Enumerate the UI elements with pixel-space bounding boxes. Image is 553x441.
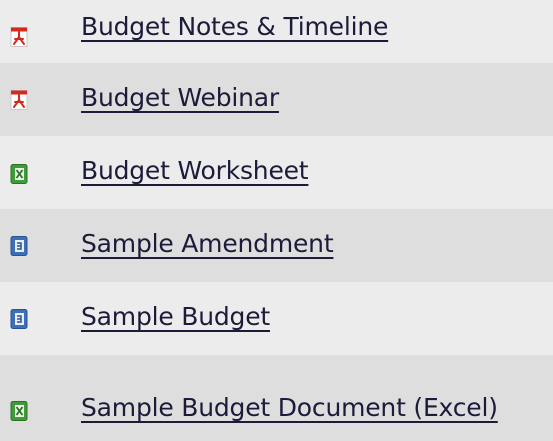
list-item: Budget Notes & Timeline: [0, 0, 553, 63]
document-link-budget-notes-timeline[interactable]: Budget Notes & Timeline: [81, 12, 388, 41]
document-link-budget-webinar[interactable]: Budget Webinar: [81, 83, 279, 112]
word-icon: [10, 236, 28, 256]
pdf-icon: [10, 27, 28, 47]
list-item: Sample Budget: [0, 282, 553, 355]
document-link-sample-budget[interactable]: Sample Budget: [81, 302, 270, 331]
excel-icon: [10, 164, 28, 184]
excel-icon: [10, 401, 28, 421]
document-list: Budget Notes & Timeline Budget Webinar B…: [0, 0, 553, 441]
document-link-budget-worksheet[interactable]: Budget Worksheet: [81, 156, 309, 185]
list-item: Budget Webinar: [0, 63, 553, 136]
list-item: Sample Amendment: [0, 209, 553, 282]
word-icon: [10, 309, 28, 329]
document-link-sample-amendment[interactable]: Sample Amendment: [81, 229, 334, 258]
list-item: Sample Budget Document (Excel): [0, 355, 553, 441]
pdf-icon: [10, 90, 28, 110]
list-item: Budget Worksheet: [0, 136, 553, 209]
document-link-sample-budget-document-excel[interactable]: Sample Budget Document (Excel): [81, 393, 498, 422]
